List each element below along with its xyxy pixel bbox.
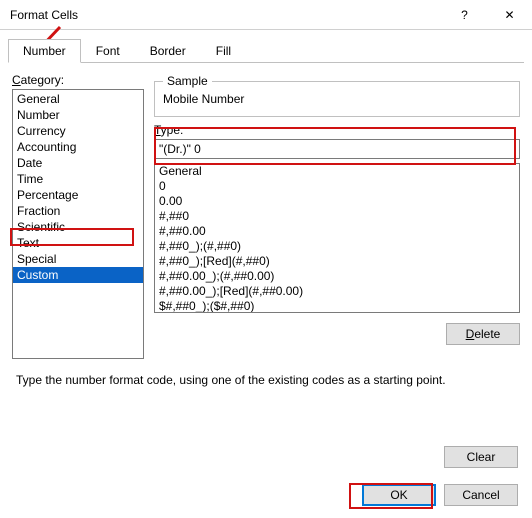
tab-number[interactable]: Number	[8, 39, 81, 63]
tab-label: Fill	[216, 44, 231, 58]
list-item[interactable]: $#,##0_);($#,##0)	[155, 299, 519, 313]
category-label: Category:	[12, 73, 144, 87]
list-item[interactable]: #,##0.00	[155, 224, 519, 239]
cancel-button[interactable]: Cancel	[444, 484, 518, 506]
content-area: Category: General Number Currency Accoun…	[0, 63, 532, 387]
button-label: OK	[390, 488, 407, 502]
tab-label: Number	[23, 44, 66, 58]
tab-label: Border	[150, 44, 186, 58]
list-item-custom[interactable]: Custom	[13, 267, 143, 283]
clear-button[interactable]: Clear	[444, 446, 518, 468]
list-item[interactable]: 0.00	[155, 194, 519, 209]
list-item[interactable]: Fraction	[13, 203, 143, 219]
dialog-footer: OK Cancel	[362, 484, 518, 506]
button-label: Cancel	[462, 488, 499, 502]
list-item[interactable]: Date	[13, 155, 143, 171]
list-item[interactable]: #,##0	[155, 209, 519, 224]
list-item[interactable]: Number	[13, 107, 143, 123]
button-label: Clear	[467, 450, 496, 464]
hint-text: Type the number format code, using one o…	[16, 373, 516, 387]
title-bar: Format Cells ? ✕	[0, 0, 532, 30]
list-item[interactable]: #,##0.00_);[Red](#,##0.00)	[155, 284, 519, 299]
help-button[interactable]: ?	[442, 0, 487, 30]
type-label: Type:	[154, 123, 520, 137]
ok-button[interactable]: OK	[362, 484, 436, 506]
list-item[interactable]: 0	[155, 179, 519, 194]
format-code-listbox[interactable]: General 0 0.00 #,##0 #,##0.00 #,##0_);(#…	[154, 163, 520, 313]
list-item[interactable]: #,##0_);[Red](#,##0)	[155, 254, 519, 269]
tab-label: Font	[96, 44, 120, 58]
window-title: Format Cells	[10, 8, 442, 22]
list-item[interactable]: Accounting	[13, 139, 143, 155]
delete-button[interactable]: Delete	[446, 323, 520, 345]
tab-bar: Number Font Border Fill	[8, 38, 524, 63]
list-item[interactable]: General	[155, 164, 519, 179]
list-item[interactable]: #,##0.00_);(#,##0.00)	[155, 269, 519, 284]
tab-fill[interactable]: Fill	[201, 39, 246, 63]
close-icon: ✕	[504, 8, 514, 22]
list-item[interactable]: Special	[13, 251, 143, 267]
list-item[interactable]: Currency	[13, 123, 143, 139]
category-listbox[interactable]: General Number Currency Accounting Date …	[12, 89, 144, 359]
sample-box: Sample Mobile Number	[154, 81, 520, 117]
list-item[interactable]: General	[13, 91, 143, 107]
tab-border[interactable]: Border	[135, 39, 201, 63]
sample-label: Sample	[163, 74, 212, 88]
list-item[interactable]: Text	[13, 235, 143, 251]
list-item[interactable]: Percentage	[13, 187, 143, 203]
tab-font[interactable]: Font	[81, 39, 135, 63]
close-button[interactable]: ✕	[487, 0, 532, 30]
list-item[interactable]: #,##0_);(#,##0)	[155, 239, 519, 254]
list-item[interactable]: Time	[13, 171, 143, 187]
type-input[interactable]	[154, 139, 520, 159]
sample-value: Mobile Number	[163, 92, 511, 106]
help-icon: ?	[461, 8, 468, 22]
list-item[interactable]: Scientific	[13, 219, 143, 235]
